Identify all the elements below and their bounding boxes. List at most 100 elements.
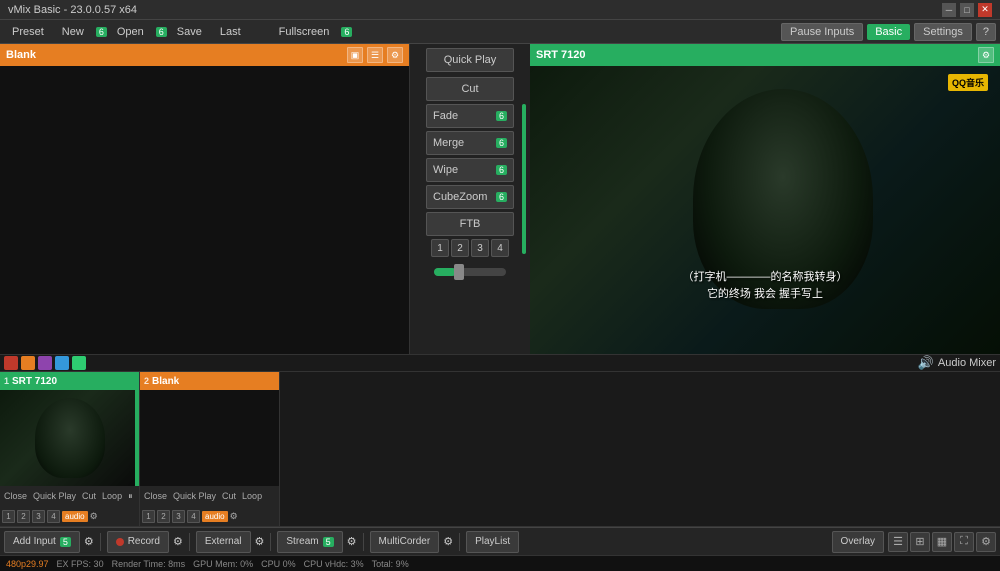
color-purple[interactable]: [38, 356, 52, 370]
view-settings-icon[interactable]: ⚙: [976, 532, 996, 552]
color-orange[interactable]: [21, 356, 35, 370]
stream-button[interactable]: Stream 5: [277, 531, 342, 553]
input-audio-label-2[interactable]: audio: [202, 511, 228, 522]
view-grid-icon[interactable]: ⊞: [910, 532, 930, 552]
input-header-2: 2 Blank: [140, 372, 279, 390]
view-list-icon[interactable]: ☰: [888, 532, 908, 552]
cut-button[interactable]: Cut: [426, 77, 514, 101]
view-fullscreen-icon[interactable]: ⛶: [954, 532, 974, 552]
overlay-button[interactable]: Overlay: [832, 531, 884, 553]
audio-mixer-label: 🔊 Audio Mixer: [918, 355, 996, 371]
transition-slider-thumb[interactable]: [454, 264, 464, 280]
color-blue[interactable]: [55, 356, 69, 370]
input-settings-2[interactable]: ⚙: [230, 511, 238, 522]
stream-label: Stream: [286, 536, 318, 547]
input-label-1: SRT 7120: [12, 376, 57, 387]
preview-left-icon3[interactable]: ⚙: [387, 47, 403, 63]
input-quickplay-2[interactable]: Quick Play: [171, 490, 218, 502]
preview-left-icon1[interactable]: ▣: [347, 47, 363, 63]
input-tab-2-2[interactable]: 2: [157, 510, 170, 523]
view-preview-icon[interactable]: ▦: [932, 532, 952, 552]
close-button[interactable]: ✕: [978, 3, 992, 17]
input-header-1: 1 SRT 7120: [0, 372, 139, 390]
input-preview-1[interactable]: [0, 390, 139, 486]
playlist-button[interactable]: PlayList: [466, 531, 519, 553]
status-total: Total: 9%: [372, 559, 409, 569]
color-red[interactable]: [4, 356, 18, 370]
input-loop-1[interactable]: Loop: [100, 490, 124, 502]
add-input-button[interactable]: Add Input 5: [4, 531, 80, 553]
record-button[interactable]: Record: [107, 531, 169, 553]
record-dot: [116, 538, 124, 546]
quickplay-button[interactable]: Quick Play: [426, 48, 514, 72]
num-btn-2[interactable]: 2: [451, 239, 469, 257]
num-btn-4[interactable]: 4: [491, 239, 509, 257]
input-tab-1-3[interactable]: 3: [32, 510, 45, 523]
add-input-gear-icon[interactable]: ⚙: [84, 535, 94, 548]
video-overlay: QQ音乐 （打字机————的名称我转身） 它的终场 我会 握手写上: [530, 66, 1000, 354]
cubezoom-button[interactable]: CubeZoom 6: [426, 185, 514, 209]
menu-bar: Preset New 6 Open 6 Save Last Fullscreen…: [0, 20, 1000, 44]
input-loop-2[interactable]: Loop: [240, 490, 264, 502]
qq-music-badge: QQ音乐: [948, 74, 988, 91]
help-button[interactable]: ?: [976, 23, 996, 41]
menu-new-badge: 6: [96, 27, 107, 37]
input-cut-2[interactable]: Cut: [220, 490, 238, 502]
menu-open[interactable]: Open: [109, 24, 152, 40]
input-audio-label-1[interactable]: audio: [62, 511, 88, 522]
preview-right-settings-icon[interactable]: ⚙: [978, 47, 994, 63]
menu-open-badge: 6: [156, 27, 167, 37]
settings-button[interactable]: Settings: [914, 23, 972, 41]
multicorder-gear-icon[interactable]: ⚙: [443, 535, 453, 548]
input-close-1[interactable]: Close: [2, 490, 29, 502]
subtitle-line2: 它的终场 我会 握手写上: [530, 286, 1000, 304]
input-cut-1[interactable]: Cut: [80, 490, 98, 502]
input-settings-1[interactable]: ⚙: [90, 511, 98, 522]
playlist-label: PlayList: [475, 536, 510, 547]
color-green[interactable]: [72, 356, 86, 370]
separator-5: [459, 533, 460, 551]
preview-right-header: SRT 7120 ⚙: [530, 44, 1000, 66]
input-preview-img-1: [0, 390, 139, 486]
menu-fullscreen-badge: 6: [341, 27, 352, 37]
record-label: Record: [128, 536, 160, 547]
input-tab-1-2[interactable]: 2: [17, 510, 30, 523]
menu-save[interactable]: Save: [169, 24, 210, 40]
input-pause-1[interactable]: ⏸: [126, 490, 135, 503]
status-bar: 480p29.97 EX FPS: 30 Render Time: 8ms GP…: [0, 555, 1000, 571]
menu-new[interactable]: New: [54, 24, 92, 40]
input-tab-2-1[interactable]: 1: [142, 510, 155, 523]
status-resolution: 480p29.97: [6, 559, 49, 569]
main-area: Blank ▣ ☰ ⚙ Quick Play Cut Fade 6 Merge …: [0, 44, 1000, 354]
num-btn-3[interactable]: 3: [471, 239, 489, 257]
fade-button[interactable]: Fade 6: [426, 104, 514, 128]
maximize-button[interactable]: □: [960, 3, 974, 17]
preview-left-icon2[interactable]: ☰: [367, 47, 383, 63]
external-button[interactable]: External: [196, 531, 251, 553]
menu-preset[interactable]: Preset: [4, 24, 52, 40]
menu-last[interactable]: Last: [212, 24, 249, 40]
ftb-button[interactable]: FTB: [426, 212, 514, 236]
basic-button[interactable]: Basic: [867, 24, 910, 40]
input-tab-1-1[interactable]: 1: [2, 510, 15, 523]
external-gear-icon[interactable]: ⚙: [255, 535, 265, 548]
input-tab-2-4[interactable]: 4: [187, 510, 200, 523]
merge-button[interactable]: Merge 6: [426, 131, 514, 155]
status-gpu-mem: GPU Mem: 0%: [193, 559, 253, 569]
menu-fullscreen[interactable]: Fullscreen: [271, 24, 338, 40]
preview-right-content: QQ音乐 （打字机————的名称我转身） 它的终场 我会 握手写上: [530, 66, 1000, 354]
stream-gear-icon[interactable]: ⚙: [347, 535, 357, 548]
input-tab-1-4[interactable]: 4: [47, 510, 60, 523]
multicorder-button[interactable]: MultiCorder: [370, 531, 440, 553]
input-close-2[interactable]: Close: [142, 490, 169, 502]
wipe-button[interactable]: Wipe 6: [426, 158, 514, 182]
num-btn-1[interactable]: 1: [431, 239, 449, 257]
pause-inputs-button[interactable]: Pause Inputs: [781, 23, 863, 41]
minimize-button[interactable]: ─: [942, 3, 956, 17]
preview-left-header: Blank ▣ ☰ ⚙: [0, 44, 409, 66]
status-vhdc: CPU vHdc: 3%: [304, 559, 364, 569]
input-tab-2-3[interactable]: 3: [172, 510, 185, 523]
input-preview-2[interactable]: [140, 390, 279, 486]
input-quickplay-1[interactable]: Quick Play: [31, 490, 78, 502]
record-gear-icon[interactable]: ⚙: [173, 535, 183, 548]
